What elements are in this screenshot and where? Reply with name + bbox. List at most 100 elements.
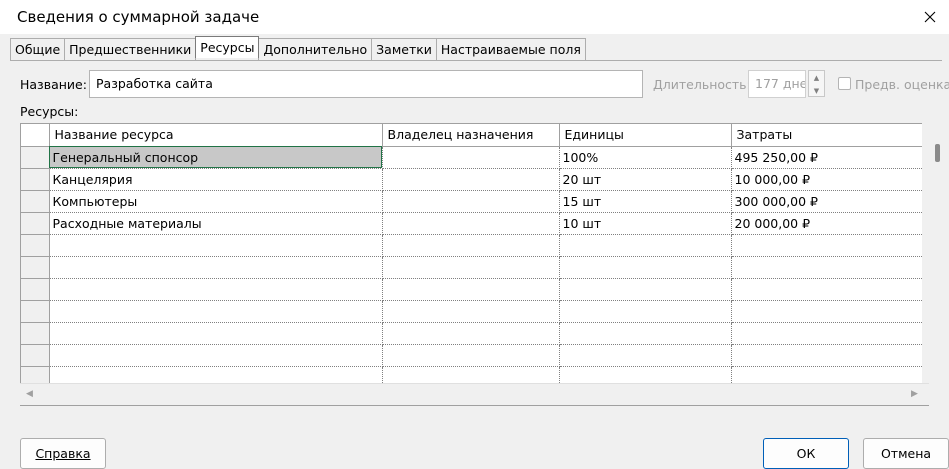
table-row[interactable] xyxy=(21,234,924,257)
cell-empty[interactable] xyxy=(731,300,924,323)
help-button[interactable]: Справка xyxy=(20,438,106,469)
tab-general[interactable]: Общие xyxy=(10,38,66,60)
cell-owner[interactable] xyxy=(382,212,560,235)
cell-empty[interactable] xyxy=(49,344,383,367)
cell-units[interactable]: 100% xyxy=(559,146,732,169)
cell-cost[interactable]: 495 250,00 ₽ xyxy=(731,146,924,169)
cell-empty[interactable] xyxy=(559,278,732,301)
cell-units[interactable]: 20 шт xyxy=(559,168,732,191)
duration-label: Длительность: xyxy=(653,77,751,92)
table-row[interactable] xyxy=(21,344,924,367)
row-header[interactable] xyxy=(21,256,50,279)
duration-input[interactable]: 177 дней xyxy=(748,70,806,98)
cell-cost[interactable]: 10 000,00 ₽ xyxy=(731,168,924,191)
table-row[interactable]: Компьютеры 15 шт 300 000,00 ₽ xyxy=(21,190,924,213)
cell-empty[interactable] xyxy=(49,300,383,323)
tab-strip: Общие Предшественники Ресурсы Дополнител… xyxy=(10,36,586,60)
resources-grid: Название ресурса Владелец назначения Еди… xyxy=(20,123,929,406)
table-row[interactable] xyxy=(21,256,924,279)
table-row[interactable]: Генеральный спонсор 100% 495 250,00 ₽ xyxy=(21,146,924,169)
ok-button[interactable]: ОК xyxy=(763,438,849,469)
cell-name[interactable]: Генеральный спонсор xyxy=(49,146,383,169)
cell-empty[interactable] xyxy=(731,234,924,257)
col-header-cost[interactable]: Затраты xyxy=(731,124,924,147)
cell-name[interactable]: Канцелярия xyxy=(49,168,383,191)
cell-cost[interactable]: 300 000,00 ₽ xyxy=(731,190,924,213)
cell-empty[interactable] xyxy=(382,234,560,257)
name-label: Название: xyxy=(20,77,87,92)
cell-units[interactable]: 15 шт xyxy=(559,190,732,213)
cell-owner[interactable] xyxy=(382,146,560,169)
cell-owner[interactable] xyxy=(382,190,560,213)
estimate-label: Предв. оценка xyxy=(855,77,949,92)
row-header[interactable] xyxy=(21,190,50,213)
cell-cost[interactable]: 20 000,00 ₽ xyxy=(731,212,924,235)
row-header[interactable] xyxy=(21,344,50,367)
tab-advanced[interactable]: Дополнительно xyxy=(258,38,373,60)
cell-empty[interactable] xyxy=(382,256,560,279)
tab-custom-fields[interactable]: Настраиваемые поля xyxy=(435,38,586,60)
dialog-title: Сведения о суммарной задаче xyxy=(17,8,260,26)
estimate-checkbox[interactable] xyxy=(838,77,851,90)
row-header[interactable] xyxy=(21,234,50,257)
close-icon xyxy=(924,11,936,23)
row-header[interactable] xyxy=(21,168,50,191)
cell-name[interactable]: Компьютеры xyxy=(49,190,383,213)
cell-empty[interactable] xyxy=(731,278,924,301)
cell-empty[interactable] xyxy=(49,322,383,345)
cell-empty[interactable] xyxy=(559,322,732,345)
resources-table: Название ресурса Владелец назначения Еди… xyxy=(21,124,924,389)
scroll-left-icon[interactable]: ◀ xyxy=(26,389,33,399)
tab-predecessors[interactable]: Предшественники xyxy=(64,38,197,60)
horizontal-scrollbar[interactable]: ◀ ▶ xyxy=(20,383,929,405)
cell-empty[interactable] xyxy=(382,278,560,301)
cell-empty[interactable] xyxy=(382,344,560,367)
cell-owner[interactable] xyxy=(382,168,560,191)
close-button[interactable] xyxy=(917,4,943,30)
cell-name[interactable]: Расходные материалы xyxy=(49,212,383,235)
cell-empty[interactable] xyxy=(731,322,924,345)
cell-empty[interactable] xyxy=(731,344,924,367)
tab-notes[interactable]: Заметки xyxy=(371,38,437,60)
title-bar: Сведения о суммарной задаче xyxy=(0,0,949,34)
help-button-label: Справка xyxy=(35,446,91,461)
header-row: Название ресурса Владелец назначения Еди… xyxy=(21,124,924,147)
cell-empty[interactable] xyxy=(49,278,383,301)
row-header[interactable] xyxy=(21,146,50,169)
cell-empty[interactable] xyxy=(382,322,560,345)
cell-units[interactable]: 10 шт xyxy=(559,212,732,235)
row-header[interactable] xyxy=(21,300,50,323)
table-row[interactable] xyxy=(21,278,924,301)
cell-empty[interactable] xyxy=(49,234,383,257)
cell-empty[interactable] xyxy=(731,256,924,279)
tab-resources[interactable]: Ресурсы xyxy=(195,36,260,58)
vertical-scroll-thumb[interactable] xyxy=(935,144,940,162)
cell-empty[interactable] xyxy=(559,344,732,367)
table-row[interactable]: Канцелярия 20 шт 10 000,00 ₽ xyxy=(21,168,924,191)
cell-empty[interactable] xyxy=(382,300,560,323)
cell-empty[interactable] xyxy=(559,234,732,257)
name-input[interactable]: Разработка сайта xyxy=(89,70,643,98)
resources-label: Ресурсы: xyxy=(20,104,79,119)
summary-task-info-dialog: Сведения о суммарной задаче Общие Предше… xyxy=(0,0,949,469)
spin-up-icon[interactable]: ▲ xyxy=(809,71,824,84)
col-header-name[interactable]: Название ресурса xyxy=(49,124,383,147)
duration-spinner[interactable]: ▲ ▼ xyxy=(808,70,825,97)
cell-empty[interactable] xyxy=(49,256,383,279)
table-row[interactable]: Расходные материалы 10 шт 20 000,00 ₽ xyxy=(21,212,924,235)
cell-empty[interactable] xyxy=(559,300,732,323)
col-header-units[interactable]: Единицы xyxy=(559,124,732,147)
spin-down-icon[interactable]: ▼ xyxy=(809,84,824,97)
tab-divider xyxy=(10,60,942,61)
scroll-right-icon[interactable]: ▶ xyxy=(911,389,918,399)
cancel-button[interactable]: Отмена xyxy=(863,438,949,469)
cell-empty[interactable] xyxy=(559,256,732,279)
vertical-scrollbar[interactable] xyxy=(922,123,939,383)
table-row[interactable] xyxy=(21,322,924,345)
row-header[interactable] xyxy=(21,278,50,301)
table-row[interactable] xyxy=(21,300,924,323)
corner-cell[interactable] xyxy=(21,124,50,147)
col-header-owner[interactable]: Владелец назначения xyxy=(382,124,560,147)
row-header[interactable] xyxy=(21,212,50,235)
row-header[interactable] xyxy=(21,322,50,345)
